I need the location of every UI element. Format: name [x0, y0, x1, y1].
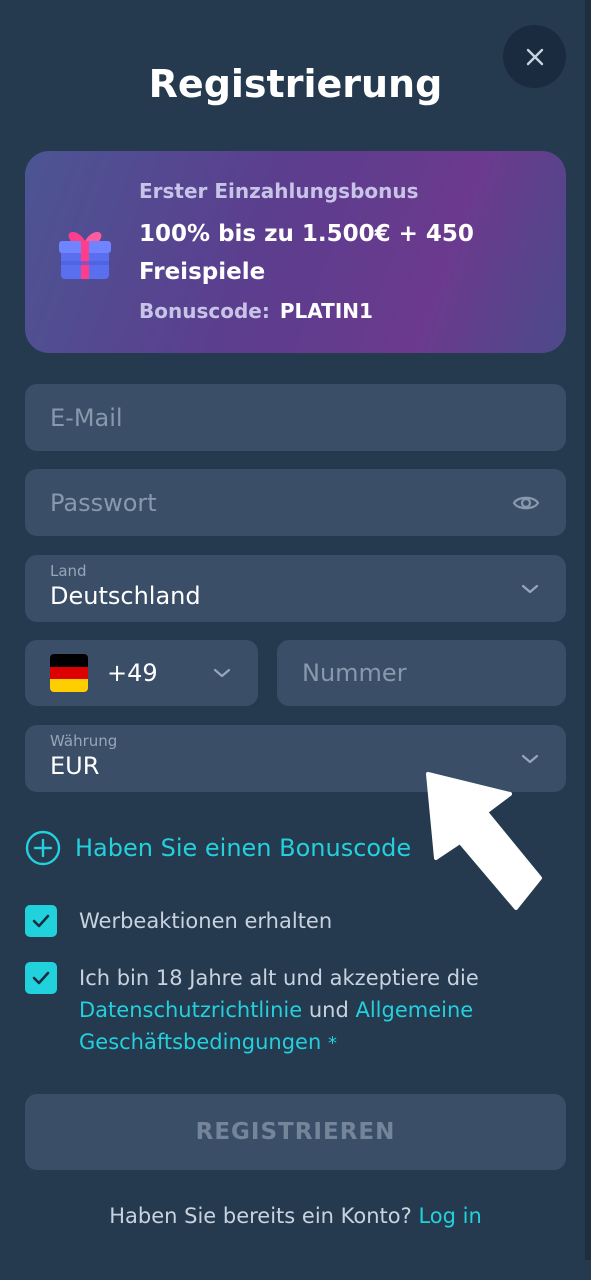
phone-number-field[interactable]: Nummer — [277, 640, 566, 706]
terms-text-before: Ich bin 18 Jahre alt und akzeptiere die — [79, 966, 479, 990]
bonus-code-link-label: Haben Sie einen Bonuscode — [75, 834, 412, 862]
pointer-arrow-icon — [426, 772, 542, 910]
scrollbar[interactable] — [585, 0, 591, 1260]
phone-country-select[interactable]: +49 — [25, 640, 258, 706]
plus-circle-icon — [25, 830, 61, 866]
gift-icon — [59, 231, 111, 279]
required-mark: * — [327, 1033, 337, 1054]
currency-value: EUR — [50, 752, 100, 780]
phone-country-code: +49 — [107, 659, 158, 687]
country-label: Land — [50, 562, 87, 580]
chevron-down-icon — [213, 668, 231, 678]
login-prompt: Haben Sie bereits ein Konto? — [109, 1204, 412, 1228]
registration-screen: Registrierung Erster Einzahlungsbonus 10… — [0, 0, 591, 1280]
check-icon — [32, 914, 50, 928]
privacy-policy-link[interactable]: Datenschutzrichtlinie — [79, 998, 302, 1022]
bonus-code-link[interactable]: Haben Sie einen Bonuscode — [25, 830, 411, 866]
currency-label: Währung — [50, 732, 118, 750]
country-select[interactable]: Land Deutschland — [25, 555, 566, 622]
chevron-down-icon — [521, 754, 539, 763]
bonus-headline: 100% bis zu 1.500€ + 450 Freispiele — [139, 221, 474, 285]
eye-icon[interactable] — [512, 493, 540, 513]
promotions-label: Werbeaktionen erhalten — [79, 909, 333, 933]
promotions-checkbox[interactable] — [25, 905, 57, 937]
terms-checkbox[interactable] — [25, 962, 57, 994]
terms-text-middle: und — [302, 998, 356, 1022]
login-row: Haben Sie bereits ein Konto? Log in — [0, 1204, 591, 1228]
bonus-code-label: Bonuscode: — [139, 299, 270, 323]
chevron-down-icon — [521, 584, 539, 593]
check-icon — [32, 971, 50, 985]
bonus-code-value: PLATIN1 — [279, 299, 373, 323]
bonus-subtitle: Erster Einzahlungsbonus — [139, 179, 419, 203]
email-field[interactable]: E-Mail — [25, 384, 566, 451]
register-button[interactable]: REGISTRIEREN — [25, 1094, 566, 1170]
country-value: Deutschland — [50, 582, 201, 610]
bonus-code-row: Bonuscode: PLATIN1 — [139, 299, 373, 323]
terms-label: Ich bin 18 Jahre alt und akzeptiere die … — [79, 962, 539, 1060]
email-placeholder: E-Mail — [50, 403, 123, 432]
login-link[interactable]: Log in — [418, 1204, 481, 1228]
germany-flag — [50, 654, 88, 692]
phone-number-placeholder: Nummer — [302, 659, 407, 687]
password-field[interactable]: Passwort — [25, 469, 566, 536]
bonus-card: Erster Einzahlungsbonus 100% bis zu 1.50… — [25, 151, 566, 353]
page-title: Registrierung — [148, 62, 443, 106]
password-placeholder: Passwort — [50, 488, 157, 517]
